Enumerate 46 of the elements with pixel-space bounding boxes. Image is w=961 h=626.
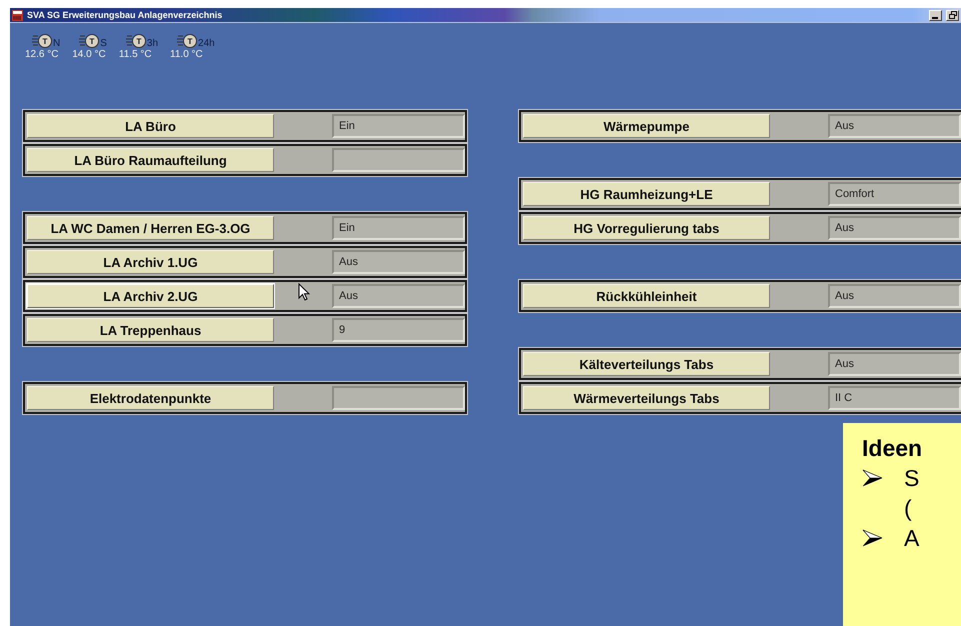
sensor-label: 24h [198,39,215,49]
system-button[interactable]: Wärmepumpe [523,114,770,138]
cursor-icon [298,283,310,301]
sensor-letter: T [42,37,48,46]
note-title: Ideen [862,434,924,463]
sensor-value: 11.5 °C [118,49,152,60]
sensor-value: 12.6 °C [25,49,58,60]
sensor-label: 3h [146,39,158,49]
status-value: Aus [835,358,854,370]
system-button[interactable]: LA Büro [27,114,274,138]
sensor-letter: T [90,37,95,46]
system-button[interactable]: LA Büro Raumaufteilung [27,148,274,172]
system-button[interactable]: LA WC Damen / Herren EG-3.OG [27,216,274,240]
system-button[interactable]: LA Archiv 1.UG [27,250,274,274]
system-button[interactable]: Elektrodatenpunkte [27,386,274,410]
system-button[interactable]: Wärmeverteilungs Tabs [523,386,770,410]
sensor-letter: T [188,37,192,46]
status-value: Aus [835,290,854,302]
restore-button[interactable] [946,10,959,20]
system-button[interactable]: Rückkühleinheit [523,284,770,308]
note-text: ( [904,494,913,523]
system-button[interactable]: LA Treppenhaus [27,318,274,342]
note-text: A [904,524,920,553]
status-value: 9 [339,324,346,336]
sensor-value: 11.0 °C [170,49,203,60]
status-value: Ein [339,120,355,132]
app-icon [12,10,23,20]
sensor-label: N [53,39,60,49]
status-value: Aus [835,120,854,132]
status-value: II C [835,392,852,404]
sensor-letter: T [136,37,142,46]
status-value: Aus [835,222,854,234]
sensor-label: S [100,39,107,49]
status-value: Aus [339,256,358,268]
system-button[interactable]: HG Vorregulierung tabs [523,216,770,240]
system-button[interactable]: HG Raumheizung+LE [523,182,770,206]
status-value: Ein [339,222,355,234]
window-title: SVA SG Erweiterungsbau Anlagenverzeichnis [27,10,222,20]
minimize-button[interactable] [929,10,942,20]
restore-icon [948,11,956,19]
note-text: S [904,464,920,493]
system-button[interactable]: LA Archiv 2.UG [27,284,274,308]
sensor-value: 14.0 °C [72,49,106,60]
status-value: Aus [339,290,358,302]
status-value: Comfort [835,188,874,200]
system-button[interactable]: Kälteverteilungs Tabs [523,352,770,376]
